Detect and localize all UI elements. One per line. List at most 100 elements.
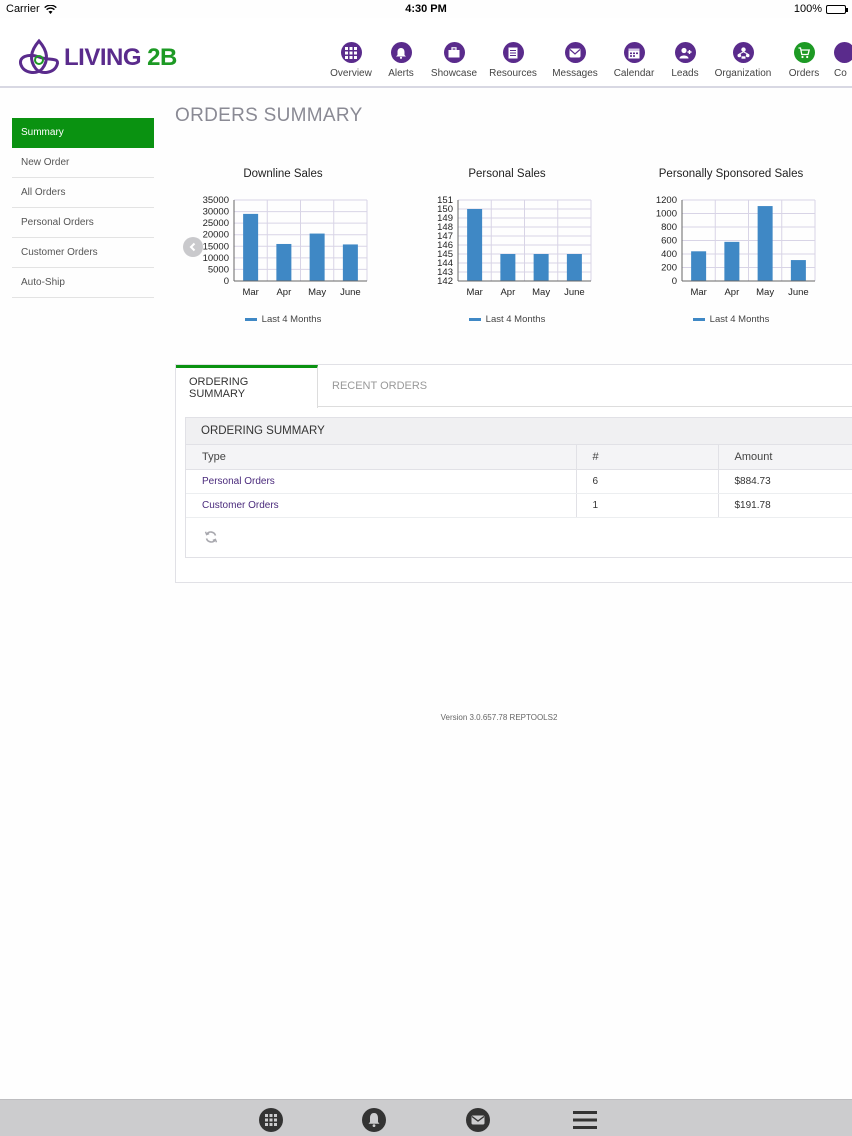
page-title: ORDERS SUMMARY (175, 105, 363, 126)
org-chart-icon (732, 42, 754, 63)
y-tick-label: 151 (437, 195, 453, 206)
order-amount: $191.78 (717, 493, 852, 518)
y-tick-label: 1200 (656, 195, 677, 206)
nav-leads[interactable]: Leads (662, 42, 708, 82)
bar (276, 243, 292, 281)
envelope-icon (564, 42, 586, 63)
sidebar-item-all-orders[interactable]: All Orders (12, 178, 154, 208)
bar (309, 233, 325, 281)
nav-label: Resources (489, 68, 537, 79)
bar (500, 254, 516, 281)
ordering-summary-box: ORDERING SUMMARY Type # Amount Personal … (185, 417, 852, 558)
nav-organization[interactable]: Organization (708, 42, 778, 82)
x-tick-label: May (532, 287, 550, 298)
x-tick-label: Apr (500, 287, 515, 298)
y-tick-label: 600 (661, 236, 677, 247)
nav-orders[interactable]: Orders (778, 42, 830, 82)
legend-label: Last 4 Months (261, 314, 322, 325)
battery-percent: 100% (793, 3, 822, 15)
table-row: Customer Orders 1 $191.78 (186, 493, 852, 518)
bottom-toolbar (0, 1099, 852, 1136)
chart-legend: Last 4 Months (626, 314, 836, 325)
tab-strip: ORDERING SUMMARY RECENT ORDERS (176, 365, 852, 408)
grid-icon (340, 42, 362, 63)
y-tick-label: 25000 (203, 218, 229, 229)
sidebar-item-label: New Order (21, 157, 70, 168)
y-tick-label: 1000 (656, 209, 677, 220)
bell-icon (362, 1108, 386, 1132)
logo-text: LIVING 2B (64, 44, 177, 71)
nav-label: Leads (671, 68, 699, 79)
sidebar-item-label: Customer Orders (21, 247, 98, 258)
chart-plot: 142143144145146147148149150151Mar Apr May J… (437, 195, 592, 298)
chart-personal-sales: Personal Sales 142 143 144 145 146 147 148 149 1… (402, 168, 612, 333)
bar (566, 254, 582, 281)
bar (533, 254, 549, 281)
tab-ordering-summary[interactable]: ORDERING SUMMARY (176, 365, 318, 408)
chart-title: Personally Sponsored Sales (658, 168, 804, 180)
x-tick-label: June (564, 287, 585, 298)
y-tick-label: 35000 (203, 195, 229, 206)
clock: 4:30 PM (405, 3, 447, 15)
nav-calendar[interactable]: Calendar (606, 42, 662, 82)
y-tick-label: 400 (661, 249, 677, 260)
grid-icon (259, 1108, 283, 1132)
bottom-messages-button[interactable] (465, 1108, 491, 1132)
bottom-overview-button[interactable] (258, 1108, 284, 1132)
table-header-row: Type # Amount (186, 445, 852, 470)
chart-title: Personal Sales (468, 168, 546, 180)
bar (342, 244, 358, 281)
legend-swatch (692, 318, 705, 321)
summary-heading: ORDERING SUMMARY (186, 418, 852, 445)
tab-recent-orders[interactable]: RECENT ORDERS (319, 365, 440, 407)
column-header-amount[interactable]: Amount (717, 445, 852, 470)
sidebar-item-personal-orders[interactable]: Personal Orders (12, 208, 154, 238)
envelope-icon (466, 1108, 490, 1132)
sidebar-item-customer-orders[interactable]: Customer Orders (12, 238, 154, 268)
nav-showcase[interactable]: Showcase (426, 42, 482, 82)
nav-messages[interactable]: Messages (544, 42, 606, 82)
more-icon (834, 42, 852, 63)
bar (757, 206, 773, 281)
order-type-link[interactable]: Customer Orders (186, 493, 576, 518)
x-tick-label: May (756, 287, 774, 298)
battery-icon (826, 4, 848, 14)
chart-legend: Last 4 Months (178, 314, 388, 325)
sidebar-item-label: Personal Orders (21, 217, 94, 228)
x-tick-label: Mar (466, 287, 482, 298)
legend-swatch (244, 318, 257, 321)
briefcase-icon (443, 42, 465, 63)
chart-plot: 0 200 400 600 800 1000 1200 Mar Apr May June (656, 195, 816, 298)
app-header: LIVING 2B Overview Alerts Showcase Resou… (0, 18, 852, 88)
x-tick-label: Mar (242, 287, 258, 298)
order-count: 1 (575, 493, 718, 518)
column-header-count[interactable]: # (575, 445, 718, 470)
nav-label: Showcase (430, 68, 478, 79)
brand-logo[interactable]: LIVING 2B (16, 37, 177, 79)
y-tick-label: 15000 (203, 241, 229, 252)
bottom-alerts-button[interactable] (361, 1108, 387, 1132)
nav-more-partial[interactable]: Co (830, 42, 852, 82)
x-tick-label: Mar (690, 287, 706, 298)
sidebar-item-summary[interactable]: Summary (12, 118, 154, 148)
sidebar-item-auto-ship[interactable]: Auto-Ship (12, 268, 154, 298)
calendar-icon (623, 42, 645, 63)
y-tick-label: 30000 (203, 207, 229, 218)
refresh-icon[interactable] (204, 530, 218, 544)
chart-downline-sales: Downline Sales 0 5000 10000 15000 20000 25000… (178, 168, 388, 333)
carousel-prev-button[interactable] (183, 237, 203, 257)
order-type-link[interactable]: Personal Orders (186, 469, 576, 494)
orders-tabs-panel: ORDERING SUMMARY RECENT ORDERS ORDERING … (175, 364, 852, 583)
bar (790, 260, 806, 281)
y-tick-label: 800 (661, 222, 677, 233)
sidebar-item-new-order[interactable]: New Order (12, 148, 154, 178)
nav-resources[interactable]: Resources (482, 42, 544, 82)
x-tick-label: June (340, 287, 361, 298)
column-header-type[interactable]: Type (186, 445, 576, 470)
y-tick-label: 5000 (208, 264, 229, 275)
bottom-menu-button[interactable] (572, 1108, 598, 1132)
nav-overview[interactable]: Overview (326, 42, 376, 82)
nav-alerts[interactable]: Alerts (376, 42, 426, 82)
trinity-knot-icon (18, 38, 60, 74)
bell-icon (390, 42, 412, 63)
